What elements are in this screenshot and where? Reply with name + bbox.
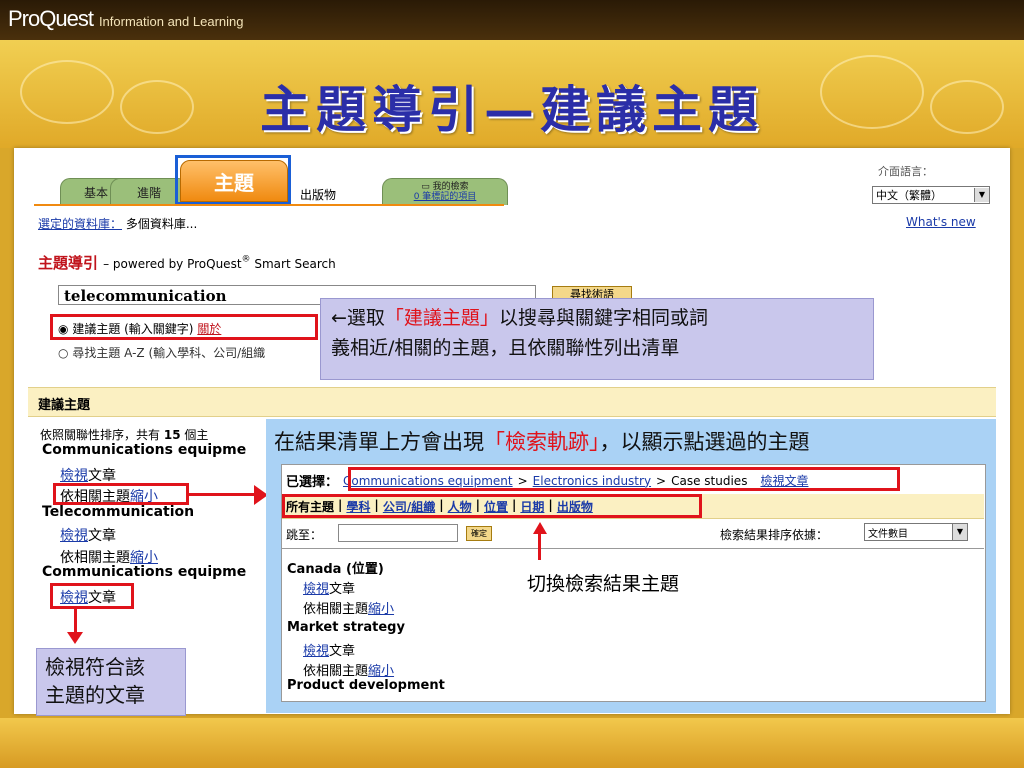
jump-input[interactable]: [338, 524, 458, 542]
inner-result-view-1[interactable]: 檢視文章: [303, 578, 355, 597]
note-suggest: ←選取「建議主題」以搜尋與關鍵字相同或詞 義相近/相關的主題，且依關聯性列出清單: [320, 298, 874, 380]
tab-underline: [34, 204, 504, 206]
proquest-logo: ProQuest Information and Learning: [8, 6, 244, 31]
option-az[interactable]: ○ 尋找主題 A-Z (輸入學科、公司/組織: [58, 344, 265, 361]
sort-select[interactable]: 文件數目 ▼: [864, 523, 968, 541]
note-switch: 切換檢索結果主題: [527, 573, 680, 595]
database-row: 選定的資料庫： 多個資料庫...: [38, 215, 197, 232]
view-highlight: [50, 583, 134, 609]
language-select[interactable]: 中文（繁體） ▼: [872, 186, 990, 204]
sort-label: 檢索結果排序依據：: [720, 528, 829, 542]
folder-icon: ▭ 我的檢索: [421, 182, 469, 192]
result-view-1[interactable]: 檢視文章: [60, 465, 116, 485]
tab-topic-highlight: [175, 155, 291, 205]
inner-narrow-link-2[interactable]: 縮小: [368, 664, 394, 679]
slide-title: 主題導引—建議主題: [260, 80, 764, 139]
result-view-2[interactable]: 檢視文章: [60, 525, 116, 545]
database-link[interactable]: 選定的資料庫：: [38, 217, 122, 231]
marked-items-link[interactable]: 0 筆標記的項目: [414, 192, 477, 202]
topic-guide-heading: 主題導引 – powered by ProQuest® Smart Search: [38, 254, 336, 272]
sort-info: 依照關聯性排序，共有 15 個主: [40, 428, 209, 442]
jump-ok-button[interactable]: 確定: [466, 526, 492, 541]
trail-highlight: [348, 467, 900, 491]
whats-new-link[interactable]: What's new: [906, 215, 976, 229]
jump-label: 跳至：: [286, 528, 323, 542]
bottom-bar: [0, 718, 1024, 768]
suggest-header-bar: 建議主題: [28, 387, 996, 417]
note-trail: 在結果清單上方會出現「檢索軌跡」，以顯示點選過的主題: [274, 430, 810, 454]
tab-my-search[interactable]: ▭ 我的檢索 0 筆標記的項目: [382, 178, 508, 205]
arrow-right: [189, 493, 257, 496]
arrow-up: [538, 532, 541, 560]
result-title-2[interactable]: Telecommunication: [42, 504, 194, 520]
inner-narrow-link-1[interactable]: 縮小: [368, 602, 394, 617]
database-value: 多個資料庫...: [125, 217, 198, 231]
interface-language-label: 介面語言：: [878, 165, 933, 178]
divider: [282, 548, 984, 549]
filter-highlight: [282, 494, 702, 518]
inner-result-related-1: 依相關主題縮小: [303, 602, 395, 617]
inner-result-related-2: 依相關主題縮小: [303, 664, 395, 679]
suggest-header: 建議主題: [38, 398, 91, 413]
chevron-down-icon: ▼: [974, 188, 989, 202]
radio-icon: ○: [58, 346, 69, 360]
inner-result-title-3[interactable]: Product development: [287, 678, 445, 693]
suggest-highlight: [50, 314, 318, 340]
inner-result-title-2[interactable]: Market strategy: [287, 620, 405, 635]
tab-publications[interactable]: 出版物: [300, 186, 336, 203]
inner-result-title-1[interactable]: Canada (位置): [287, 558, 384, 577]
result-title-3[interactable]: Communications equipme: [42, 564, 246, 580]
result-title-1[interactable]: Communications equipme: [42, 442, 246, 458]
inner-result-view-2[interactable]: 檢視文章: [303, 640, 355, 659]
note-view-articles: 檢視符合該 主題的文章: [36, 648, 186, 716]
arrow-down-head: [67, 632, 83, 644]
narrow-highlight: [53, 483, 189, 505]
chevron-down-icon: ▼: [952, 524, 967, 540]
trail-label: 已選擇：: [286, 475, 339, 490]
